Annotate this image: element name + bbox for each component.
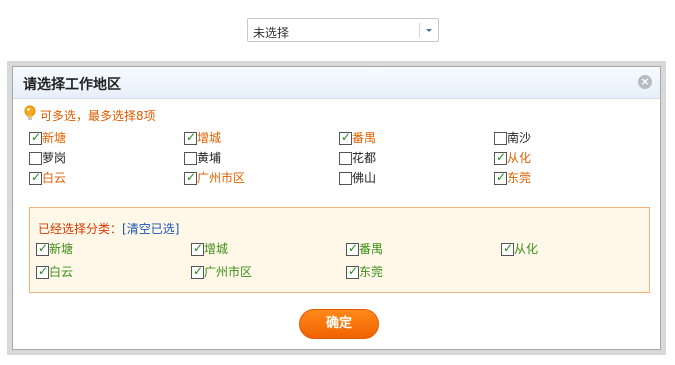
region-label: 东莞	[507, 171, 532, 185]
region-label: 从化	[514, 242, 539, 256]
region-label: 新塘	[42, 131, 67, 145]
selected-header: 已经选择分类：[清空已选]	[38, 220, 179, 237]
region-label: 增城	[204, 242, 229, 256]
selected-title: 已经选择分类：	[38, 222, 123, 236]
region-label: 南沙	[507, 131, 532, 145]
clear-selected-link[interactable]: [清空已选]	[122, 222, 179, 236]
region-label: 从化	[507, 151, 532, 165]
checkmark-icon: ✓	[193, 241, 204, 255]
dialog-title: 请选择工作地区	[23, 77, 121, 93]
checkbox-checked-icon[interactable]: ✓	[346, 241, 359, 256]
checkbox-checked-icon[interactable]: ✓	[346, 264, 359, 279]
checkbox-checked-icon[interactable]: ✓	[29, 130, 42, 145]
region-label: 新塘	[49, 242, 74, 256]
checkbox-unchecked-icon[interactable]	[184, 152, 197, 165]
region-label: 萝岗	[42, 151, 67, 165]
checkmark-icon: ✓	[348, 241, 359, 255]
region-label: 广州市区	[197, 171, 246, 185]
chevron-down-icon[interactable]	[426, 29, 432, 32]
checkmark-icon: ✓	[186, 130, 197, 144]
checkbox-checked-icon[interactable]: ✓	[339, 130, 352, 145]
hint-text: 可多选，最多选择8项	[40, 109, 156, 123]
region-select[interactable]: 未选择	[247, 18, 439, 42]
checkbox-checked-icon[interactable]: ✓	[191, 241, 204, 256]
region-label: 番禺	[359, 242, 384, 256]
confirm-button[interactable]: 确定	[299, 309, 379, 339]
checkmark-icon: ✓	[496, 170, 507, 184]
checkbox-checked-icon[interactable]: ✓	[36, 264, 49, 279]
checkmark-icon: ✓	[186, 170, 197, 184]
checkmark-icon: ✓	[193, 264, 204, 278]
checkmark-icon: ✓	[341, 130, 352, 144]
region-label: 广州市区	[204, 265, 253, 279]
region-dialog: 请选择工作地区 × 可多选，最多选择8项 ✓ 新塘 ✓ 增城 ✓ 番禺 南沙 萝岗 黄埔 花都 ✓ 从…	[12, 66, 661, 350]
region-label: 白云	[42, 171, 67, 185]
region-label: 佛山	[352, 171, 377, 185]
checkbox-checked-icon[interactable]: ✓	[36, 241, 49, 256]
checkbox-checked-icon[interactable]: ✓	[184, 130, 197, 145]
region-label: 东莞	[359, 265, 384, 279]
checkbox-checked-icon[interactable]: ✓	[29, 170, 42, 185]
lightbulb-icon	[24, 105, 36, 120]
region-options: ✓ 新塘 ✓ 增城 ✓ 番禺 南沙 萝岗 黄埔 花都 ✓ 从化 ✓ 白云 ✓ 广州市区 佛山 ✓ 东莞	[29, 130, 654, 197]
dialog-overlay-frame: 请选择工作地区 × 可多选，最多选择8项 ✓ 新塘 ✓ 增城 ✓ 番禺 南沙 萝岗 黄埔 花都 ✓ 从…	[7, 61, 666, 355]
checkbox-checked-icon[interactable]: ✓	[191, 264, 204, 279]
region-label: 白云	[49, 265, 74, 279]
checkmark-icon: ✓	[348, 264, 359, 278]
selected-panel: 已经选择分类：[清空已选] ✓ 新塘 ✓ 增城 ✓ 番禺 ✓ 从化 ✓ 白云 ✓ 广州市区 ✓ 东莞	[29, 207, 650, 293]
checkmark-icon: ✓	[496, 150, 507, 164]
checkmark-icon: ✓	[31, 170, 42, 184]
region-label: 黄埔	[197, 151, 222, 165]
checkbox-unchecked-icon[interactable]	[339, 152, 352, 165]
region-label: 花都	[352, 151, 377, 165]
region-label: 番禺	[352, 131, 377, 145]
checkmark-icon: ✓	[38, 241, 49, 255]
checkbox-checked-icon[interactable]: ✓	[494, 170, 507, 185]
checkbox-checked-icon[interactable]: ✓	[501, 241, 514, 256]
checkmark-icon: ✓	[38, 264, 49, 278]
checkbox-unchecked-icon[interactable]	[494, 132, 507, 145]
checkbox-checked-icon[interactable]: ✓	[494, 150, 507, 165]
checkmark-icon: ✓	[503, 241, 514, 255]
close-icon[interactable]: ×	[638, 75, 652, 89]
checkmark-icon: ✓	[31, 130, 42, 144]
checkbox-unchecked-icon[interactable]	[339, 172, 352, 185]
region-label: 增城	[197, 131, 222, 145]
region-select-value: 未选择	[253, 26, 290, 40]
checkbox-unchecked-icon[interactable]	[29, 152, 42, 165]
checkbox-checked-icon[interactable]: ✓	[184, 170, 197, 185]
dialog-header: 请选择工作地区 ×	[13, 67, 660, 99]
select-divider	[419, 23, 420, 37]
